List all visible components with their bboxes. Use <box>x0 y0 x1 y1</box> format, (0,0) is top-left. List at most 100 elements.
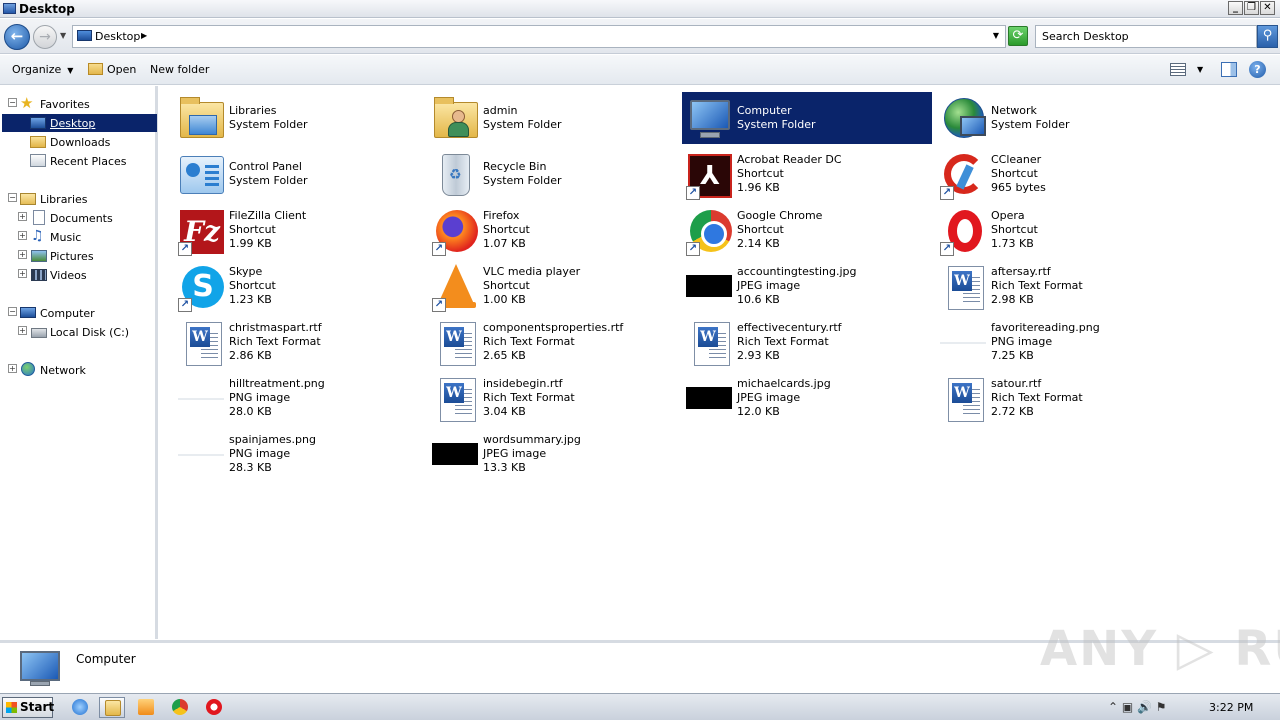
details-pane: Computer ANY ▷ RUN <box>0 621 1280 692</box>
forward-button[interactable]: → <box>33 25 57 49</box>
acrobat-icon: ⅄ ↗ <box>686 152 734 200</box>
refresh-button[interactable]: ⟳ <box>1008 26 1028 46</box>
breadcrumb-desktop[interactable]: Desktop <box>95 30 140 43</box>
file-type: PNG image <box>229 391 291 404</box>
search-input[interactable]: Search Desktop <box>1035 25 1257 48</box>
breadcrumb-chevron-icon[interactable]: ▶ <box>141 31 147 40</box>
taskbar-opera[interactable] <box>201 697 227 718</box>
file-item-vlc[interactable]: ↗ VLC media player Shortcut 1.00 KB <box>428 260 678 312</box>
nav-documents[interactable]: + Documents <box>0 209 156 227</box>
expand-toggle[interactable]: + <box>18 231 27 240</box>
collapse-toggle[interactable]: − <box>8 98 17 107</box>
recent-pages-chevron-down-icon[interactable]: ▼ <box>60 31 66 40</box>
back-button[interactable]: ← <box>4 24 30 50</box>
help-icon[interactable]: ? <box>1249 61 1266 78</box>
file-item-firefox[interactable]: ↗ Firefox Shortcut 1.07 KB <box>428 204 678 256</box>
file-item-accountingtesting[interactable]: accountingtesting.jpg JPEG image 10.6 KB <box>682 260 932 312</box>
expand-toggle[interactable]: + <box>8 364 17 373</box>
file-name: VLC media player <box>483 265 581 278</box>
file-item-libraries[interactable]: Libraries System Folder <box>174 92 424 144</box>
file-type: System Folder <box>483 174 562 187</box>
file-type: System Folder <box>483 118 562 131</box>
nav-music[interactable]: + ♫ Music <box>0 228 156 246</box>
nav-favorites[interactable]: − ★ Favorites <box>0 95 156 113</box>
file-item-insidebegin[interactable]: W insidebegin.rtf Rich Text Format 3.04 … <box>428 372 678 424</box>
restore-button[interactable]: ❐ <box>1244 1 1259 15</box>
nav-recent-label: Recent Places <box>50 155 127 168</box>
rtf-document-icon: W <box>940 376 988 424</box>
navigation-pane: − ★ Favorites Desktop Downloads Recent P… <box>0 86 158 639</box>
search-icon[interactable]: ⚲ <box>1257 25 1278 48</box>
nav-libraries-label: Libraries <box>40 193 88 206</box>
file-size: 2.86 KB <box>229 349 272 362</box>
file-item-componentsproperties[interactable]: W componentsproperties.rtf Rich Text For… <box>428 316 678 368</box>
file-item-google-chrome[interactable]: ↗ Google Chrome Shortcut 2.14 KB <box>682 204 932 256</box>
taskbar-internet-explorer[interactable] <box>67 697 93 718</box>
file-item-effectivecentury[interactable]: W effectivecentury.rtf Rich Text Format … <box>682 316 932 368</box>
file-size: 7.25 KB <box>991 349 1034 362</box>
file-item-satour[interactable]: W satour.rtf Rich Text Format 2.72 KB <box>936 372 1186 424</box>
system-tray[interactable]: ⌃ ▣ 🔊 ⚑ <box>1108 700 1167 714</box>
address-history-chevron-down-icon[interactable]: ▼ <box>993 31 999 40</box>
file-type: Rich Text Format <box>483 391 575 404</box>
file-item-admin[interactable]: admin System Folder <box>428 92 678 144</box>
file-item-network[interactable]: Network System Folder <box>936 92 1186 144</box>
nav-network[interactable]: + Network <box>0 361 156 379</box>
address-bar: ← → ▼ Desktop ▶ ▼ ⟳ Search Desktop ⚲ <box>0 19 1280 54</box>
expand-toggle[interactable]: + <box>18 212 27 221</box>
view-options-chevron-down-icon[interactable]: ▼ <box>1197 65 1203 74</box>
file-item-filezilla[interactable]: Fz ↗ FileZilla Client Shortcut 1.99 KB <box>174 204 424 256</box>
file-item-opera[interactable]: ↗ Opera Shortcut 1.73 KB <box>936 204 1186 256</box>
nav-desktop[interactable]: Desktop <box>2 114 157 132</box>
file-size: 1.73 KB <box>991 237 1034 250</box>
file-type: Rich Text Format <box>483 335 575 348</box>
close-button[interactable]: ✕ <box>1260 1 1275 15</box>
minimize-button[interactable]: _ <box>1228 1 1243 15</box>
nav-libraries[interactable]: − Libraries <box>0 190 156 208</box>
taskbar-windows-explorer[interactable] <box>99 697 125 718</box>
file-name: Opera <box>991 209 1025 222</box>
expand-toggle[interactable]: + <box>18 250 27 259</box>
file-type: Shortcut <box>737 167 784 180</box>
nav-computer[interactable]: − Computer <box>0 304 156 322</box>
explorer-window-icon <box>3 3 16 14</box>
preview-pane-icon[interactable] <box>1221 62 1237 77</box>
file-item-spainjames[interactable]: spainjames.png PNG image 28.3 KB <box>174 428 424 480</box>
file-item-computer[interactable]: Computer System Folder <box>682 92 932 144</box>
nav-videos[interactable]: + Videos <box>0 266 156 284</box>
file-type: Rich Text Format <box>991 279 1083 292</box>
taskbar-chrome[interactable] <box>167 697 193 718</box>
file-item-michaelcards[interactable]: michaelcards.jpg JPEG image 12.0 KB <box>682 372 932 424</box>
nav-local-disk[interactable]: + Local Disk (C:) <box>0 323 156 341</box>
libraries-icon <box>20 193 36 205</box>
new-folder-button[interactable]: New folder <box>150 63 209 76</box>
nav-pictures[interactable]: + Pictures <box>0 247 156 265</box>
file-name: Acrobat Reader DC <box>737 153 842 166</box>
file-name: christmaspart.rtf <box>229 321 322 334</box>
nav-downloads[interactable]: Downloads <box>0 133 156 151</box>
file-item-skype[interactable]: S ↗ Skype Shortcut 1.23 KB <box>174 260 424 312</box>
file-item-hilltreatment[interactable]: hilltreatment.png PNG image 28.0 KB <box>174 372 424 424</box>
clock[interactable]: 3:22 PM <box>1209 701 1253 714</box>
file-item-control-panel[interactable]: Control Panel System Folder <box>174 148 424 200</box>
start-button[interactable]: Start <box>2 697 54 718</box>
nav-recent-places[interactable]: Recent Places <box>0 152 156 170</box>
file-item-christmaspart[interactable]: W christmaspart.rtf Rich Text Format 2.8… <box>174 316 424 368</box>
address-input[interactable]: Desktop ▶ ▼ <box>72 25 1006 48</box>
expand-toggle[interactable]: + <box>18 326 27 335</box>
file-item-favoritereading[interactable]: favoritereading.png PNG image 7.25 KB <box>936 316 1186 368</box>
collapse-toggle[interactable]: − <box>8 193 17 202</box>
file-size: 2.14 KB <box>737 237 780 250</box>
collapse-toggle[interactable]: − <box>8 307 17 316</box>
file-item-wordsummary[interactable]: wordsummary.jpg JPEG image 13.3 KB <box>428 428 678 480</box>
file-item-ccleaner[interactable]: ↗ CCleaner Shortcut 965 bytes <box>936 148 1186 200</box>
taskbar-media-player[interactable] <box>133 697 159 718</box>
organize-button[interactable]: Organize ▼ <box>12 63 73 76</box>
file-item-aftersay[interactable]: W aftersay.rtf Rich Text Format 2.98 KB <box>936 260 1186 312</box>
open-button[interactable]: Open <box>88 63 136 76</box>
file-item-acrobat[interactable]: ⅄ ↗ Acrobat Reader DC Shortcut 1.96 KB <box>682 148 932 200</box>
file-name: Google Chrome <box>737 209 823 222</box>
expand-toggle[interactable]: + <box>18 269 27 278</box>
file-item-recycle-bin[interactable]: Recycle Bin System Folder <box>428 148 678 200</box>
change-view-icon[interactable] <box>1170 63 1186 76</box>
